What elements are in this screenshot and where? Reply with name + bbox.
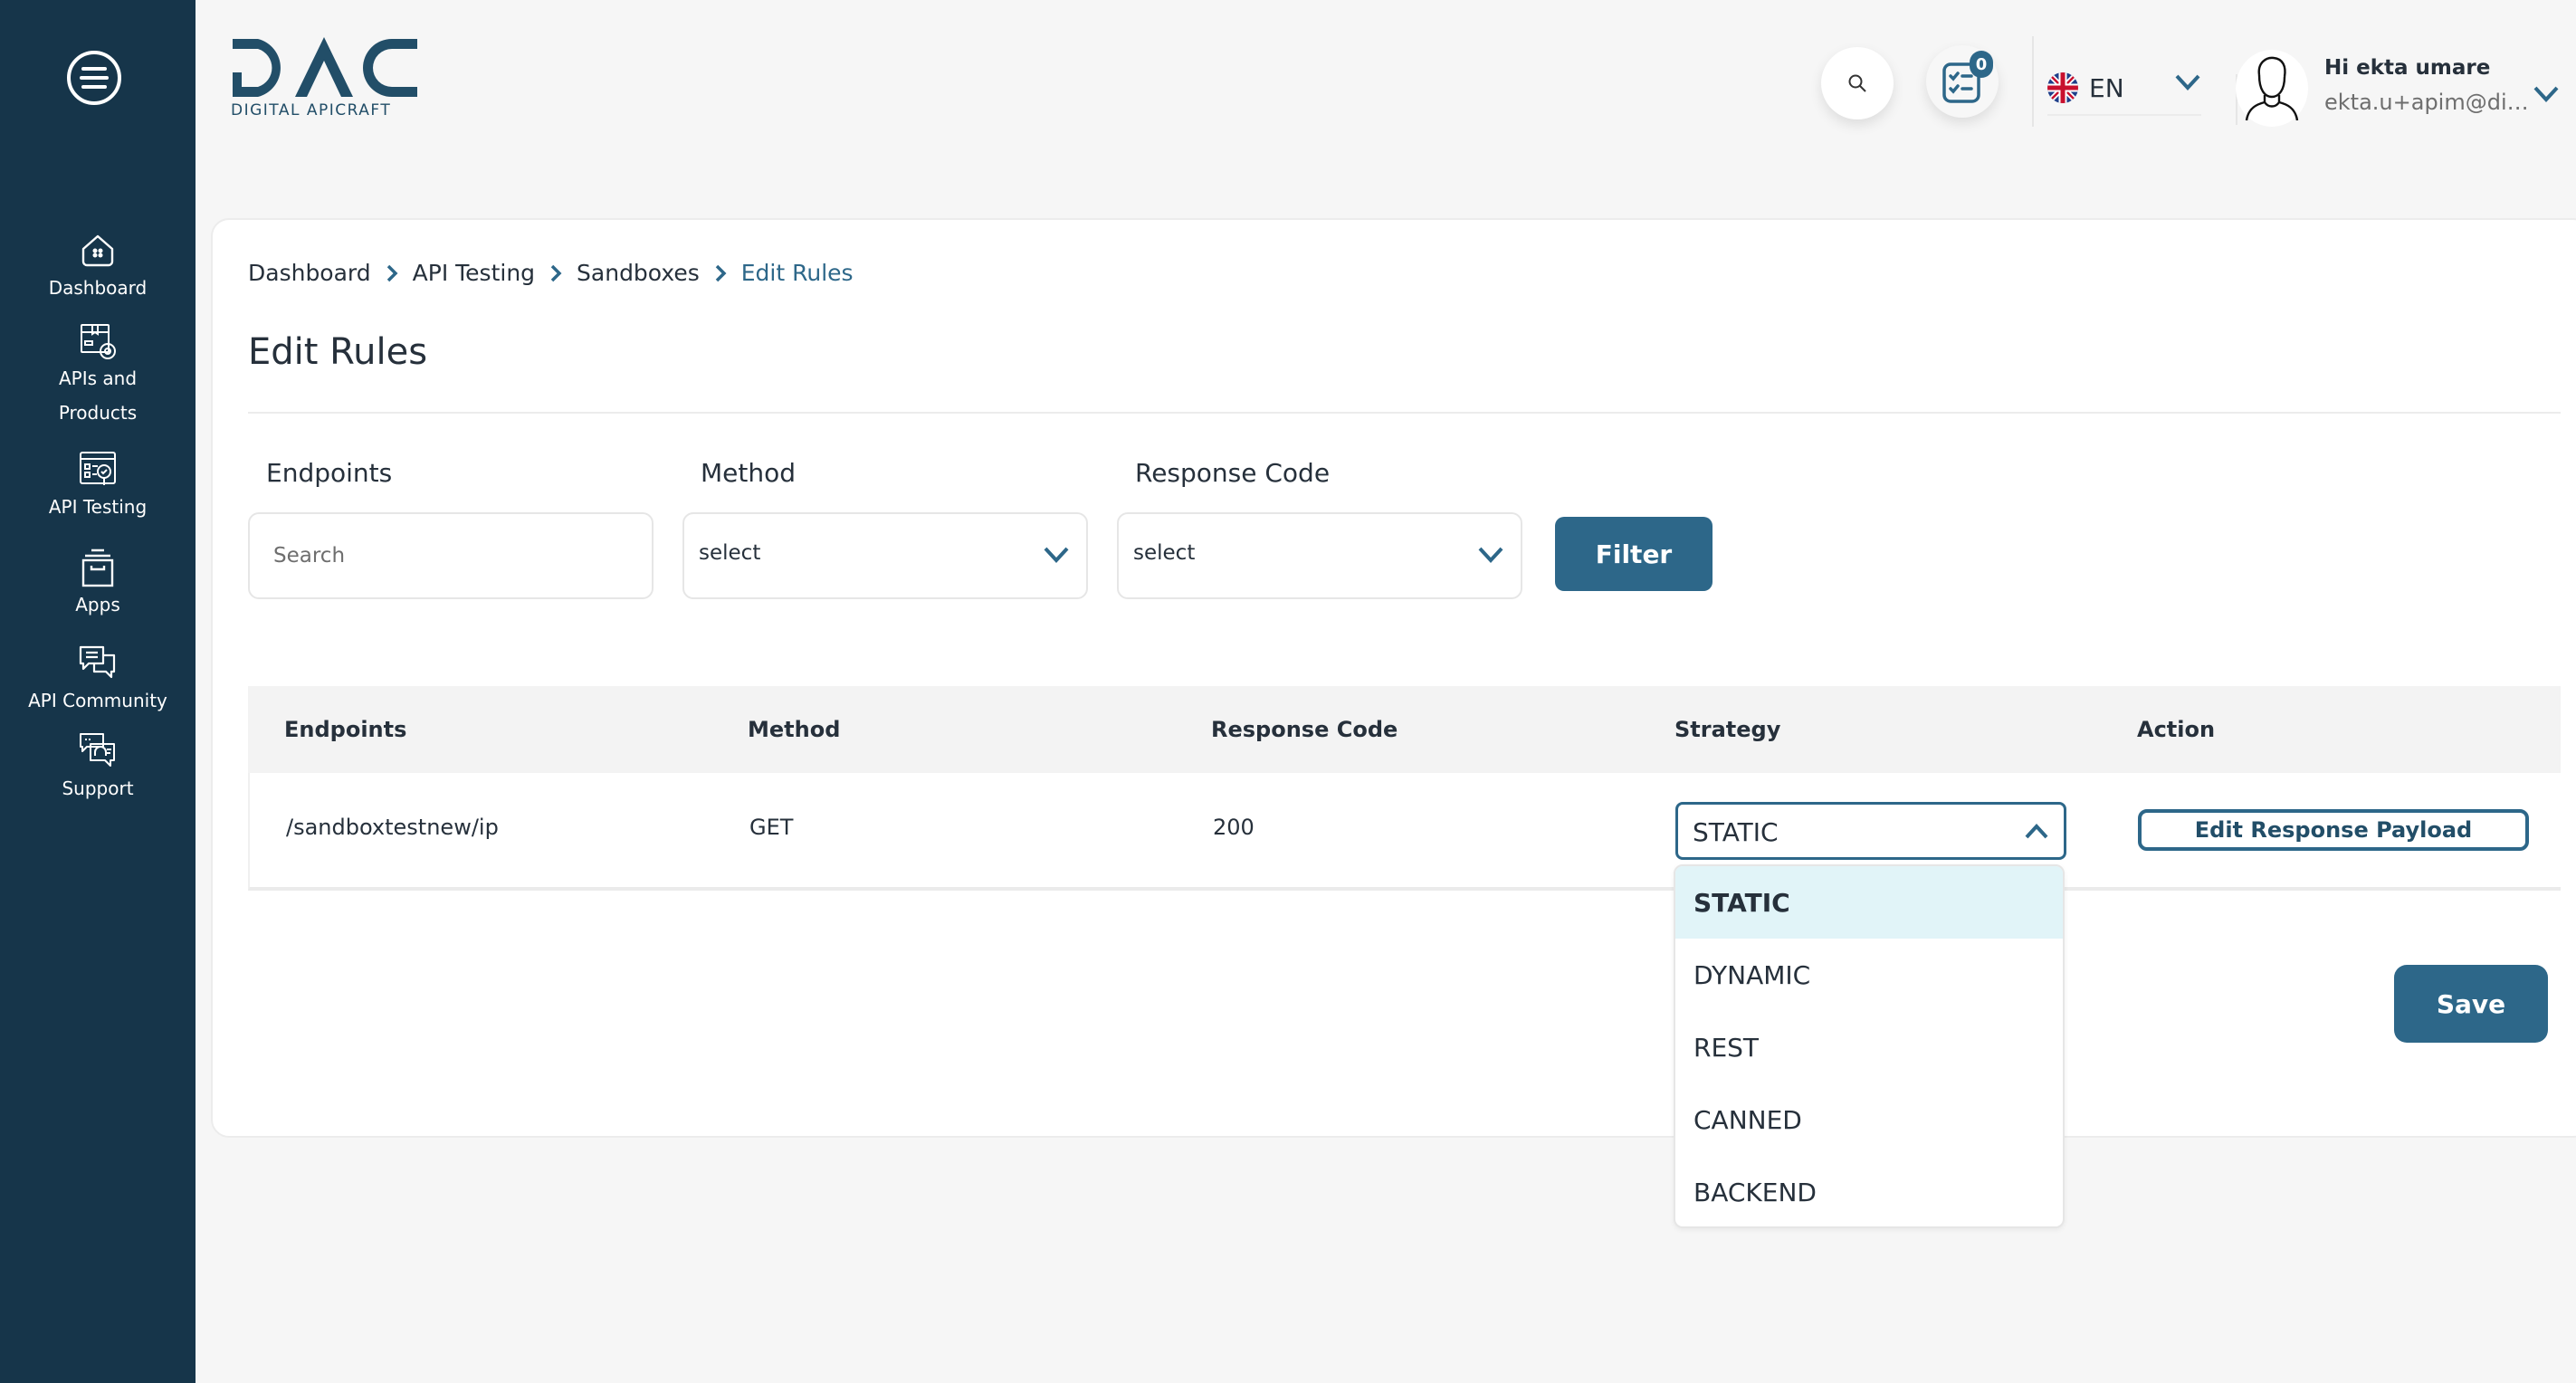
chevron-right-icon [386, 263, 398, 283]
tasks-button[interactable]: 0 [1926, 45, 1999, 118]
chevron-down-icon [1478, 547, 1503, 563]
package-gear-icon [81, 324, 116, 359]
search-icon [1848, 74, 1866, 92]
title-divider [248, 412, 2561, 414]
sidebar-item-apps[interactable]: Apps [0, 548, 196, 622]
edit-response-payload-button[interactable]: Edit Response Payload [2138, 809, 2529, 851]
sidebar-item-label: API Community [28, 690, 167, 711]
sidebar-item-support[interactable]: Support [0, 731, 196, 806]
strategy-select[interactable]: STATIC [1675, 802, 2066, 860]
column-header-method: Method [748, 717, 841, 742]
save-button[interactable]: Save [2394, 965, 2548, 1043]
cell-endpoint: /sandboxtestnew/ip [286, 815, 499, 840]
cell-response-code: 200 [1213, 815, 1255, 840]
sidebar-item-label: Support [62, 777, 134, 799]
column-header-action: Action [2137, 717, 2216, 742]
chevron-down-icon [1044, 547, 1069, 563]
user-avatar-icon [2245, 56, 2299, 120]
search-button[interactable] [1821, 47, 1894, 119]
table-row: /sandboxtestnew/ip GET 200 STATIC Edit R… [248, 773, 2561, 891]
header-divider [2032, 36, 2034, 127]
sidebar-item-label: APIs and [58, 367, 138, 389]
language-selector[interactable]: EN [2047, 62, 2201, 116]
chevron-down-icon [2533, 86, 2559, 102]
chevron-right-icon [549, 263, 562, 283]
column-header-response-code: Response Code [1211, 717, 1398, 742]
breadcrumb-edit-rules: Edit Rules [740, 260, 854, 286]
logo[interactable]: DIGITAL APICRAFT [231, 36, 421, 119]
breadcrumb-dashboard[interactable]: Dashboard [248, 260, 371, 286]
response-code-select-value: select [1133, 541, 1196, 565]
endpoints-filter-field [248, 512, 654, 599]
support-chat-icon [80, 733, 115, 767]
tasks-count-badge: 0 [1970, 51, 1993, 78]
user-greeting: Hi ekta umare [2324, 56, 2491, 80]
sidebar-item-label: API Testing [48, 496, 148, 518]
response-code-filter-label: Response Code [1135, 458, 1331, 488]
dac-logo-mark [233, 37, 417, 97]
table-header: Endpoints Method Response Code Strategy … [248, 686, 2561, 773]
uk-flag-icon [2047, 72, 2078, 103]
strategy-option-dynamic[interactable]: DYNAMIC [1675, 939, 2063, 1011]
sidebar-item-api-community[interactable]: API Community [0, 644, 196, 718]
sidebar-item-dashboard[interactable]: Dashboard [0, 231, 196, 305]
chevron-down-icon [2175, 74, 2200, 91]
breadcrumb-api-testing[interactable]: API Testing [413, 260, 535, 286]
sidebar-item-label-line2: Products [58, 402, 138, 424]
sidebar-item-label: Dashboard [48, 277, 148, 299]
method-select-value: select [699, 541, 761, 565]
sidebar: Dashboard APIs and Products API Testing [0, 0, 196, 1383]
strategy-option-static[interactable]: STATIC [1675, 866, 2063, 939]
endpoints-search-input[interactable] [250, 514, 652, 597]
test-report-icon [80, 452, 116, 485]
user-menu[interactable]: Hi ekta umare ekta.u+apim@digi... [2236, 50, 2576, 127]
avatar [2236, 50, 2308, 127]
hamburger-menu-icon[interactable] [67, 51, 121, 105]
method-select[interactable]: select [682, 512, 1088, 599]
strategy-select-value: STATIC [1693, 817, 1779, 847]
logo-subtitle: DIGITAL APICRAFT [231, 101, 392, 119]
column-header-strategy: Strategy [1674, 717, 1781, 742]
strategy-dropdown-menu: STATIC DYNAMIC REST CANNED BACKEND [1674, 864, 2065, 1228]
endpoints-filter-label: Endpoints [266, 458, 393, 488]
breadcrumb: Dashboard API Testing Sandboxes Edit Rul… [248, 260, 854, 286]
response-code-select[interactable]: select [1117, 512, 1522, 599]
strategy-option-rest[interactable]: REST [1675, 1011, 2063, 1083]
sidebar-item-label: Apps [75, 594, 120, 615]
archive-box-icon [81, 548, 114, 587]
rules-table: Endpoints Method Response Code Strategy … [248, 686, 2561, 891]
chevron-right-icon [714, 263, 727, 283]
main-card [211, 218, 2576, 1138]
filter-button[interactable]: Filter [1555, 517, 1713, 591]
user-email: ekta.u+apim@digi... [2324, 90, 2534, 115]
chevron-up-icon [2025, 824, 2048, 839]
home-icon [81, 234, 114, 267]
column-header-endpoints: Endpoints [284, 717, 407, 742]
language-code: EN [2089, 72, 2124, 103]
breadcrumb-sandboxes[interactable]: Sandboxes [577, 260, 700, 286]
page-title: Edit Rules [248, 331, 428, 373]
sidebar-item-api-testing[interactable]: API Testing [0, 450, 196, 524]
method-filter-label: Method [701, 458, 797, 488]
cell-method: GET [749, 815, 794, 840]
strategy-option-canned[interactable]: CANNED [1675, 1083, 2063, 1156]
sidebar-item-apis-and-products[interactable]: APIs and Products [0, 321, 196, 430]
strategy-option-backend[interactable]: BACKEND [1675, 1156, 2063, 1226]
chat-bubbles-icon [79, 645, 116, 679]
